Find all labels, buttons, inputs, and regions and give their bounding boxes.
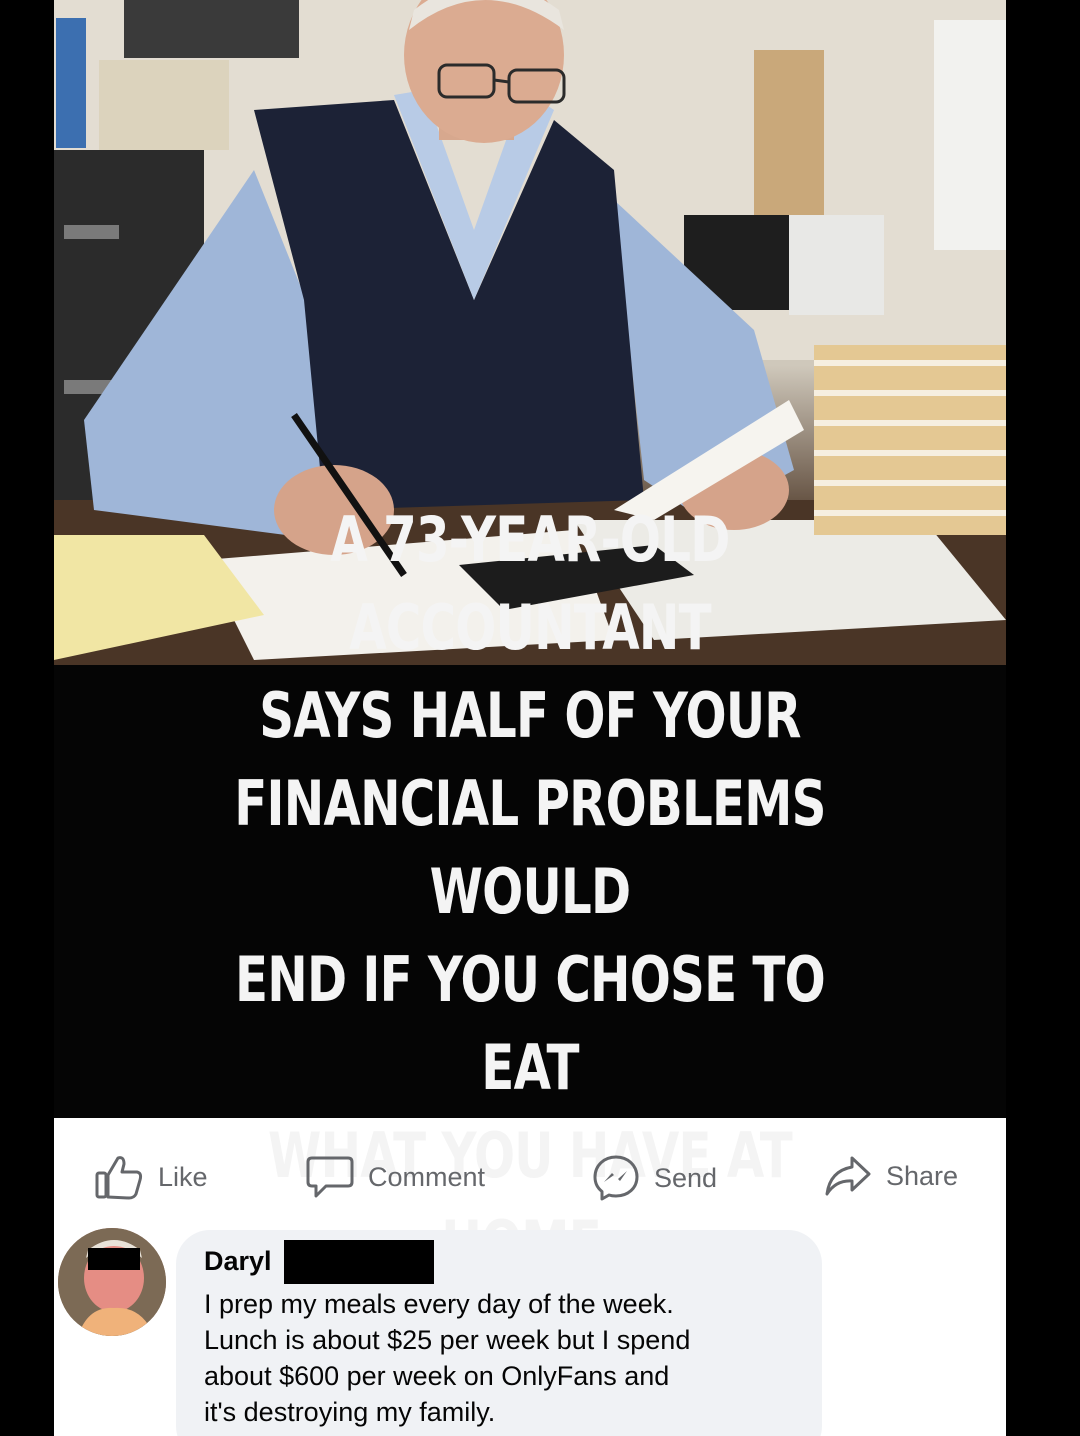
like-label: Like xyxy=(158,1161,208,1192)
like-button[interactable]: Like xyxy=(94,1154,208,1200)
thumbs-up-icon xyxy=(94,1154,144,1200)
send-button[interactable]: Send xyxy=(592,1154,717,1202)
share-arrow-icon xyxy=(824,1154,872,1198)
avatar-photo xyxy=(58,1228,166,1336)
post-card: A 73-YEAR-OLD ACCOUNTANT SAYS HALF OF YO… xyxy=(54,0,1006,1436)
post-action-bar: Like Comment Send Share xyxy=(54,1140,1006,1214)
speech-bubble-icon xyxy=(306,1154,354,1200)
comment-author[interactable]: Daryl xyxy=(204,1246,272,1277)
headline-banner: A 73-YEAR-OLD ACCOUNTANT SAYS HALF OF YO… xyxy=(54,503,1006,1280)
messenger-icon xyxy=(592,1154,640,1202)
comment-bubble: Daryl I prep my meals every day of the w… xyxy=(176,1230,822,1436)
avatar-redaction-bar xyxy=(88,1248,140,1270)
share-label: Share xyxy=(886,1160,959,1191)
send-label: Send xyxy=(654,1162,718,1193)
share-button[interactable]: Share xyxy=(824,1154,958,1198)
comment-text: I prep my meals every day of the week. L… xyxy=(204,1289,691,1427)
author-redaction-bar xyxy=(284,1240,434,1284)
comment-label: Comment xyxy=(368,1161,486,1192)
commenter-avatar[interactable] xyxy=(58,1228,166,1336)
comment-button[interactable]: Comment xyxy=(306,1154,485,1200)
